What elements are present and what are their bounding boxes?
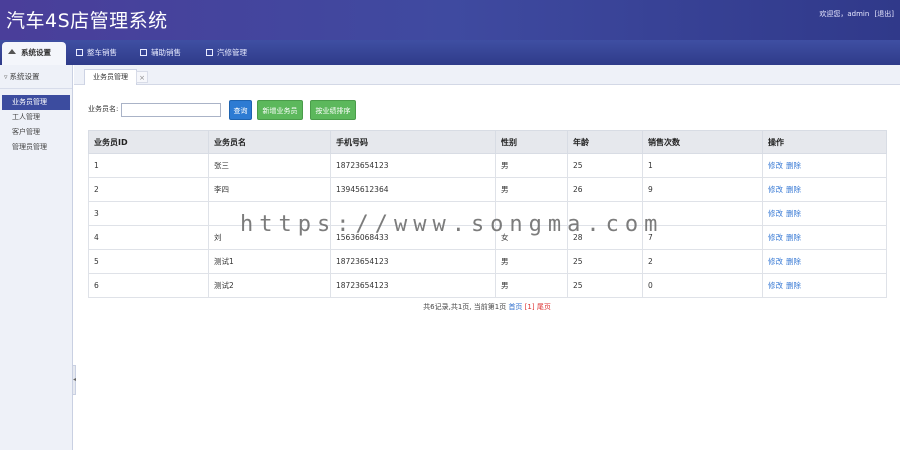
nav-tab-label: 整车销售 (87, 48, 117, 57)
sidebar-header[interactable]: ▿ 系统设置 (0, 65, 72, 89)
cell-id: 2 (88, 177, 209, 202)
sidebar-title: 系统设置 (9, 72, 40, 81)
cell-age: 25 (567, 273, 643, 298)
logout-link[interactable]: [退出] (875, 10, 894, 18)
cell-gender: 男 (495, 177, 568, 202)
sidebar-toggle-handle[interactable]: ◂ (72, 365, 76, 395)
column-header: 年龄 (567, 130, 643, 154)
column-header: 性别 (495, 130, 568, 154)
table-row: 2 李四 13945612364 男 26 9 修改 删除 (88, 177, 887, 202)
cell-age: 25 (567, 153, 643, 178)
sidebar-item-admins[interactable]: 管理员管理 (0, 140, 72, 155)
edit-link[interactable]: 修改 (768, 257, 783, 266)
user-info: 欢迎您，admin [退出] (816, 9, 894, 19)
grid-icon (140, 49, 147, 56)
cell-phone: 18723654123 (330, 249, 496, 274)
last-page-link[interactable]: 尾页 (537, 303, 551, 311)
edit-link[interactable]: 修改 (768, 209, 783, 218)
cell-actions: 修改 删除 (762, 249, 887, 274)
welcome-text: 欢迎您，admin (819, 10, 870, 18)
grid-icon (206, 49, 213, 56)
app-header: 汽车4S店管理系统 欢迎您，admin [退出] (0, 0, 900, 40)
cell-actions: 修改 删除 (762, 273, 887, 298)
nav-tab-label: 汽修管理 (217, 48, 247, 57)
nav-tab-system-settings[interactable]: 系统设置 (2, 42, 66, 65)
close-icon[interactable]: × (136, 71, 148, 83)
nav-tab-repair[interactable]: 汽修管理 (200, 40, 260, 65)
edit-link[interactable]: 修改 (768, 161, 783, 170)
delete-link[interactable]: 删除 (786, 185, 801, 194)
column-header: 销售次数 (642, 130, 763, 154)
home-icon (8, 49, 16, 54)
cell-actions: 修改 删除 (762, 201, 887, 226)
watermark: https://www.songma.com (240, 212, 664, 237)
cell-sales: 2 (642, 249, 763, 274)
nav-tab-vehicle-sales[interactable]: 整车销售 (70, 40, 130, 65)
edit-link[interactable]: 修改 (768, 281, 783, 290)
sort-by-performance-button[interactable]: 按业绩排序 (310, 100, 356, 120)
delete-link[interactable]: 删除 (786, 161, 801, 170)
cell-gender: 男 (495, 153, 568, 178)
app-title: 汽车4S店管理系统 (6, 10, 168, 32)
edit-link[interactable]: 修改 (768, 185, 783, 194)
cell-sales: 9 (642, 177, 763, 202)
cell-id: 4 (88, 225, 209, 250)
salesman-name-input[interactable] (121, 103, 221, 117)
cell-id: 6 (88, 273, 209, 298)
delete-link[interactable]: 删除 (786, 257, 801, 266)
nav-tab-label: 辅助销售 (151, 48, 181, 57)
sidebar-item-salesman[interactable]: 业务员管理 (2, 95, 70, 110)
cell-name: 张三 (208, 153, 331, 178)
table-header-row: 业务员ID 业务员名 手机号码 性别 年龄 销售次数 操作 (88, 130, 887, 154)
cell-gender: 男 (495, 249, 568, 274)
cell-actions: 修改 删除 (762, 153, 887, 178)
main-nav: 系统设置 整车销售 辅助销售 汽修管理 (0, 40, 900, 65)
pagination-summary: 共6记录,共1页, 当前第1页 (423, 303, 507, 311)
column-header: 手机号码 (330, 130, 496, 154)
column-header: 操作 (762, 130, 887, 154)
delete-link[interactable]: 删除 (786, 209, 801, 218)
table-row: 5 测试1 18723654123 男 25 2 修改 删除 (88, 249, 887, 274)
cell-age: 26 (567, 177, 643, 202)
sidebar: ▿ 系统设置 业务员管理 工人管理 客户管理 管理员管理 (0, 65, 73, 450)
cell-gender: 男 (495, 273, 568, 298)
content-tab-bar: 业务员管理 × (74, 65, 900, 85)
sidebar-item-customers[interactable]: 客户管理 (0, 125, 72, 140)
nav-tab-aux-sales[interactable]: 辅助销售 (134, 40, 194, 65)
cell-actions: 修改 删除 (762, 225, 887, 250)
grid-icon (76, 49, 83, 56)
cell-name: 测试1 (208, 249, 331, 274)
search-label: 业务员名: (88, 105, 119, 113)
cell-phone: 18723654123 (330, 273, 496, 298)
cell-sales: 1 (642, 153, 763, 178)
table-row: 1 张三 18723654123 男 25 1 修改 删除 (88, 153, 887, 178)
cell-actions: 修改 删除 (762, 177, 887, 202)
cell-name: 李四 (208, 177, 331, 202)
add-salesman-button[interactable]: 新增业务员 (257, 100, 303, 120)
pagination: 共6记录,共1页, 当前第1页 首页 [1] 尾页 (0, 302, 900, 312)
nav-tab-label: 系统设置 (21, 48, 51, 57)
tab-salesman-management[interactable]: 业务员管理 (84, 69, 137, 85)
cell-id: 3 (88, 201, 209, 226)
sidebar-item-workers[interactable]: 工人管理 (0, 110, 72, 125)
cell-name: 测试2 (208, 273, 331, 298)
cell-id: 5 (88, 249, 209, 274)
edit-link[interactable]: 修改 (768, 233, 783, 242)
table-row: 6 测试2 18723654123 男 25 0 修改 删除 (88, 273, 887, 298)
cell-phone: 13945612364 (330, 177, 496, 202)
column-header: 业务员名 (208, 130, 331, 154)
column-header: 业务员ID (88, 130, 209, 154)
delete-link[interactable]: 删除 (786, 233, 801, 242)
cell-id: 1 (88, 153, 209, 178)
cell-age: 25 (567, 249, 643, 274)
query-button[interactable]: 查询 (229, 100, 252, 120)
current-page: [1] (524, 303, 535, 311)
cell-phone: 18723654123 (330, 153, 496, 178)
first-page-link[interactable]: 首页 (508, 303, 522, 311)
cell-sales: 0 (642, 273, 763, 298)
delete-link[interactable]: 删除 (786, 281, 801, 290)
collapse-icon: ▿ (4, 73, 8, 81)
